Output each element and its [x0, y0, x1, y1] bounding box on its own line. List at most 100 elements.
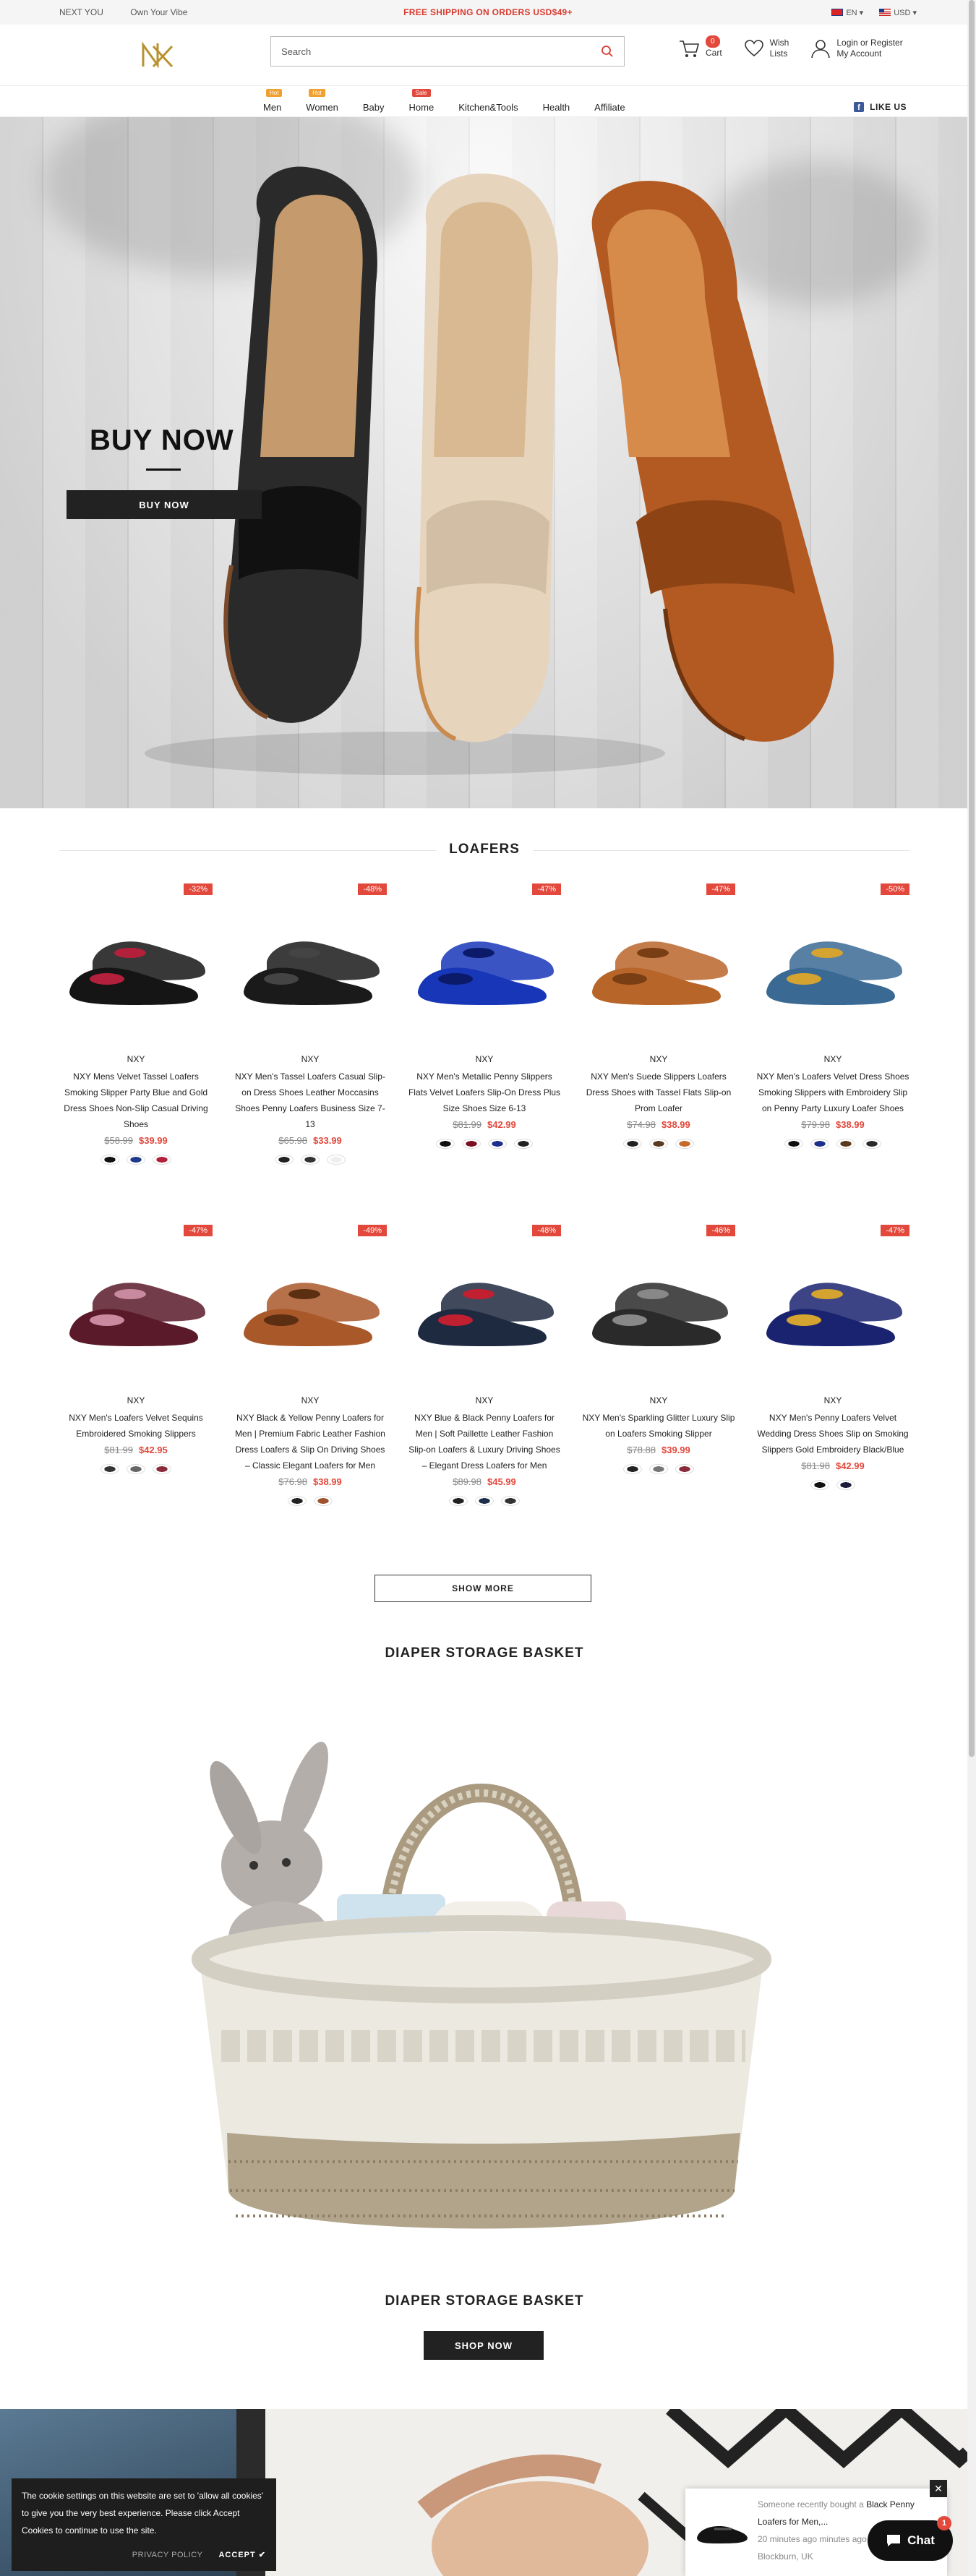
color-swatch[interactable]: [288, 1496, 307, 1506]
color-swatch[interactable]: [314, 1496, 333, 1506]
login-register[interactable]: Login or Register: [836, 38, 902, 48]
product-image-wrap[interactable]: -49%: [234, 1225, 387, 1374]
color-swatch[interactable]: [623, 1139, 642, 1149]
nav-item-affiliate[interactable]: Affiliate: [594, 93, 625, 113]
color-swatch[interactable]: [488, 1139, 507, 1149]
cart-link[interactable]: 0 Cart: [678, 35, 722, 59]
nav-item-kitchen-tools[interactable]: Kitchen&Tools: [458, 93, 518, 113]
color-swatch[interactable]: [649, 1139, 668, 1149]
product-card[interactable]: -48% NXY NXY Men's Tassel Loafers Casual S…: [234, 883, 387, 1223]
facebook-like-us[interactable]: f LIKE US: [854, 102, 907, 112]
language-selector[interactable]: EN ▾: [831, 8, 863, 17]
color-swatch[interactable]: [475, 1496, 494, 1506]
product-title[interactable]: NXY Men's Tassel Loafers Casual Slip-on …: [234, 1069, 387, 1132]
color-swatch[interactable]: [836, 1139, 855, 1149]
color-swatch[interactable]: [836, 1480, 855, 1490]
color-swatch[interactable]: [501, 1496, 520, 1506]
color-swatch[interactable]: [153, 1155, 171, 1165]
product-image-wrap[interactable]: -47%: [59, 1225, 213, 1374]
product-title[interactable]: NXY Black & Yellow Penny Loafers for Men…: [234, 1410, 387, 1473]
buy-now-button[interactable]: BUY NOW: [67, 490, 262, 519]
product-card[interactable]: -48% NXY NXY Blue & Black Penny Loafers fo…: [408, 1225, 561, 1565]
color-swatch[interactable]: [436, 1139, 455, 1149]
product-grid: -32% NXY NXY Mens Velvet Tassel Loafers Sm…: [59, 883, 909, 1223]
product-card[interactable]: -46% NXY NXY Men's Sparkling Glitter Luxur…: [582, 1225, 735, 1565]
color-swatches: [234, 1496, 387, 1506]
product-image-wrap[interactable]: -47%: [756, 1225, 909, 1374]
nav-item-home[interactable]: Sale Home: [409, 89, 434, 113]
color-swatch[interactable]: [127, 1464, 145, 1474]
product-card[interactable]: -47% NXY NXY Men's Suede Slippers Loafers …: [582, 883, 735, 1223]
product-image-wrap[interactable]: -47%: [408, 883, 561, 1032]
product-image-wrap[interactable]: -48%: [234, 883, 387, 1032]
popup-line-1: Someone recently bought a: [758, 2499, 864, 2509]
product-card[interactable]: -49% NXY NXY Black & Yellow Penny Loafers …: [234, 1225, 387, 1565]
accept-cookies-button[interactable]: ACCEPT ✔: [218, 2546, 266, 2564]
product-image-wrap[interactable]: -46%: [582, 1225, 735, 1374]
color-swatches: [582, 1139, 735, 1149]
color-swatch[interactable]: [275, 1155, 294, 1165]
product-image-wrap[interactable]: -48%: [408, 1225, 561, 1374]
color-swatch[interactable]: [449, 1496, 468, 1506]
nav-item-women[interactable]: Hot Women: [306, 89, 338, 113]
page-scrollbar[interactable]: [967, 0, 976, 2576]
nav-item-health[interactable]: Health: [543, 93, 570, 113]
show-more-button[interactable]: SHOW MORE: [374, 1575, 591, 1602]
product-title[interactable]: NXY Men's Penny Loafers Velvet Wedding D…: [756, 1410, 909, 1458]
nav-item-label: Baby: [362, 102, 385, 113]
color-swatch[interactable]: [514, 1139, 533, 1149]
sale-price: $39.99: [662, 1445, 690, 1455]
privacy-policy-link[interactable]: PRIVACY POLICY: [132, 2546, 203, 2564]
color-swatch[interactable]: [675, 1464, 694, 1474]
product-image-wrap[interactable]: -47%: [582, 883, 735, 1032]
color-swatch[interactable]: [810, 1139, 829, 1149]
my-account[interactable]: My Account: [836, 48, 881, 59]
diaper-basket-image[interactable]: [171, 1685, 795, 2277]
product-image-wrap[interactable]: -32%: [59, 883, 213, 1032]
product-title[interactable]: NXY Mens Velvet Tassel Loafers Smoking S…: [59, 1069, 213, 1132]
color-swatch[interactable]: [127, 1155, 145, 1165]
product-card[interactable]: -32% NXY NXY Mens Velvet Tassel Loafers Sm…: [59, 883, 213, 1223]
original-price: $76.98: [278, 1476, 307, 1487]
product-grid: -47% NXY NXY Men's Loafers Velvet Sequins …: [59, 1225, 909, 1565]
nxy-logo[interactable]: [136, 38, 179, 72]
product-title[interactable]: NXY Men's Suede Slippers Loafers Dress S…: [582, 1069, 735, 1116]
product-card[interactable]: -47% NXY NXY Men's Metallic Penny Slippers…: [408, 883, 561, 1223]
product-title[interactable]: NXY Blue & Black Penny Loafers for Men |…: [408, 1410, 561, 1473]
product-title[interactable]: NXY Men's Loafers Velvet Dress Shoes Smo…: [756, 1069, 909, 1116]
search-icon[interactable]: [601, 45, 614, 58]
facebook-icon: f: [854, 102, 865, 112]
color-swatch[interactable]: [784, 1139, 803, 1149]
shop-now-button[interactable]: SHOP NOW: [424, 2331, 544, 2360]
product-image-wrap[interactable]: -50%: [756, 883, 909, 1032]
wishlist-label: Wish Lists: [770, 38, 789, 59]
currency-selector[interactable]: USD ▾: [879, 8, 917, 17]
main-nav: Hot Men Hot Women Baby Sale Home Kitchen&Tools H…: [0, 85, 976, 117]
nav-item-baby[interactable]: Baby: [363, 93, 385, 113]
scrollbar-thumb[interactable]: [969, 0, 975, 1757]
product-card[interactable]: -47% NXY NXY Men's Penny Loafers Velvet We…: [756, 1225, 909, 1565]
color-swatch[interactable]: [153, 1464, 171, 1474]
wishlist-link[interactable]: Wish Lists: [744, 38, 789, 59]
product-card[interactable]: -47% NXY NXY Men's Loafers Velvet Sequins …: [59, 1225, 213, 1565]
chat-button[interactable]: Chat 1: [868, 2516, 953, 2561]
color-swatch[interactable]: [100, 1155, 119, 1165]
color-swatch[interactable]: [327, 1155, 346, 1165]
color-swatch[interactable]: [649, 1464, 668, 1474]
color-swatch[interactable]: [862, 1139, 881, 1149]
color-swatch[interactable]: [301, 1155, 320, 1165]
color-swatch[interactable]: [623, 1464, 642, 1474]
close-popup-button[interactable]: ✕: [930, 2480, 947, 2497]
product-title[interactable]: NXY Men's Metallic Penny Slippers Flats …: [408, 1069, 561, 1116]
account-link[interactable]: Login or Register My Account: [810, 38, 903, 59]
color-swatch[interactable]: [810, 1480, 829, 1490]
search-input[interactable]: [281, 46, 601, 57]
hero-banner[interactable]: BUY NOW BUY NOW: [0, 117, 967, 808]
color-swatch[interactable]: [675, 1139, 694, 1149]
color-swatch[interactable]: [462, 1139, 481, 1149]
nav-item-men[interactable]: Hot Men: [263, 89, 283, 113]
product-title[interactable]: NXY Men's Loafers Velvet Sequins Embroid…: [59, 1410, 213, 1442]
color-swatch[interactable]: [100, 1464, 119, 1474]
product-title[interactable]: NXY Men's Sparkling Glitter Luxury Slip …: [582, 1410, 735, 1442]
product-card[interactable]: -50% NXY NXY Men's Loafers Velvet Dress Sh…: [756, 883, 909, 1223]
